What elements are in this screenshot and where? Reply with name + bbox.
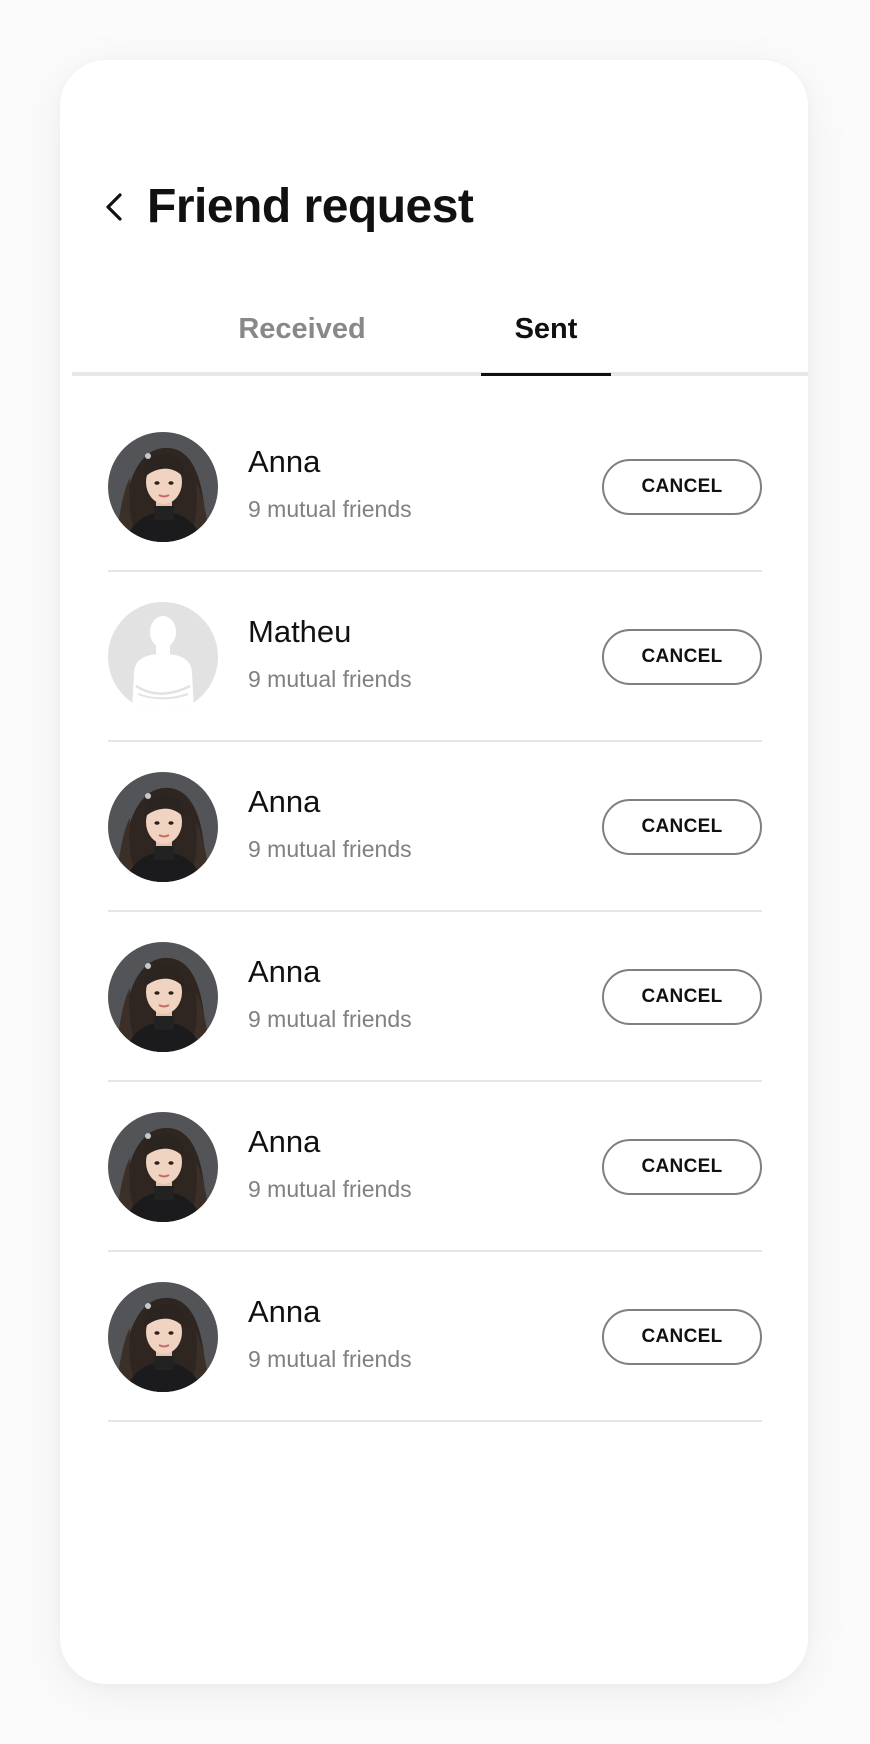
header: Friend request — [60, 172, 808, 242]
cancel-request-button[interactable]: CANCEL — [602, 459, 762, 515]
list-item: Anna 9 mutual friends CANCEL — [108, 1082, 762, 1252]
friend-name: Anna — [248, 444, 321, 479]
friend-name: Anna — [248, 954, 321, 989]
list-item: Anna 9 mutual friends CANCEL — [108, 912, 762, 1082]
list-item: Anna 9 mutual friends CANCEL — [108, 402, 762, 572]
avatar[interactable] — [108, 1282, 218, 1392]
friend-request-screen: Friend request Received Sent Anna 9 mutu… — [60, 60, 808, 1684]
request-info: Anna 9 mutual friends — [248, 782, 412, 864]
list-item: Matheu 9 mutual friends CANCEL — [108, 572, 762, 742]
list-item: Anna 9 mutual friends CANCEL — [108, 742, 762, 912]
tab-bar: Received Sent — [72, 298, 808, 376]
mutual-friends-count: 9 mutual friends — [248, 496, 412, 522]
list-item: Anna 9 mutual friends CANCEL — [108, 1252, 762, 1422]
request-info: Anna 9 mutual friends — [248, 1122, 412, 1204]
avatar[interactable] — [108, 1112, 218, 1222]
cancel-request-button[interactable]: CANCEL — [602, 799, 762, 855]
request-info: Anna 9 mutual friends — [248, 1292, 412, 1374]
avatar[interactable] — [108, 602, 218, 712]
cancel-request-button[interactable]: CANCEL — [602, 969, 762, 1025]
mutual-friends-count: 9 mutual friends — [248, 1346, 412, 1372]
mutual-friends-count: 9 mutual friends — [248, 1006, 412, 1032]
page-title: Friend request — [147, 180, 474, 233]
friend-name: Anna — [248, 784, 321, 819]
cancel-request-button[interactable]: CANCEL — [602, 629, 762, 685]
mutual-friends-count: 9 mutual friends — [248, 836, 412, 862]
avatar[interactable] — [108, 772, 218, 882]
chevron-left-icon — [106, 193, 122, 221]
mutual-friends-count: 9 mutual friends — [248, 1176, 412, 1202]
cancel-request-button[interactable]: CANCEL — [602, 1309, 762, 1365]
sent-request-list: Anna 9 mutual friends CANCEL Matheu 9 mu… — [108, 402, 762, 1422]
avatar[interactable] — [108, 942, 218, 1052]
request-info: Anna 9 mutual friends — [248, 442, 412, 524]
tab-sent[interactable]: Sent — [481, 298, 611, 376]
back-button[interactable] — [98, 190, 132, 224]
request-info: Matheu 9 mutual friends — [248, 612, 412, 694]
friend-name: Anna — [248, 1124, 321, 1159]
friend-name: Matheu — [248, 614, 352, 649]
avatar[interactable] — [108, 432, 218, 542]
person-placeholder-icon — [108, 602, 218, 712]
mutual-friends-count: 9 mutual friends — [248, 666, 412, 692]
friend-name: Anna — [248, 1294, 321, 1329]
request-info: Anna 9 mutual friends — [248, 952, 412, 1034]
cancel-request-button[interactable]: CANCEL — [602, 1139, 762, 1195]
tab-received[interactable]: Received — [222, 298, 382, 372]
